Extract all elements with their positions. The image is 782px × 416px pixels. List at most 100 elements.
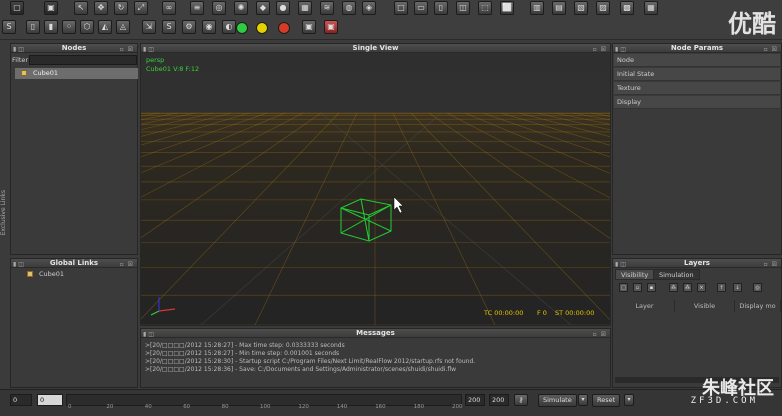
wave-icon[interactable]: S [162, 20, 176, 34]
object-icon[interactable]: ◆ [256, 1, 270, 15]
timeline-tick-label: 100 [260, 404, 271, 410]
filter-input[interactable] [29, 55, 137, 65]
node-label: Cube01 [33, 69, 59, 77]
view-user-icon[interactable]: ⬜ [500, 1, 514, 15]
rotate-icon[interactable]: ↻ [114, 1, 128, 15]
particle-icon[interactable]: ⁘ [62, 20, 76, 34]
panel-grip-icon[interactable]: ▮ ◫ [615, 45, 626, 54]
youku-watermark: 优酷 [728, 10, 776, 38]
panel-grip-icon[interactable]: ▮ ◫ [13, 260, 24, 269]
layout5-icon[interactable]: ▩ [620, 1, 634, 15]
script-icon[interactable]: S [2, 20, 16, 34]
reset-dropdown-icon[interactable]: ▾ [624, 394, 634, 406]
panel-grip-icon[interactable]: ▮ ◫ [615, 260, 626, 269]
section-texture[interactable]: Texture [614, 82, 780, 95]
column-visible[interactable]: Visible [675, 300, 735, 312]
viewport-canvas[interactable] [141, 53, 610, 325]
layer-select-icon[interactable]: ▪ [647, 283, 656, 292]
timeline-tick-label: 60 [183, 404, 191, 410]
fluid-icon[interactable]: ◍ [342, 1, 356, 15]
section-initial-state[interactable]: Initial State [614, 68, 780, 81]
panel-controls-icon[interactable]: ▫ ☒ [764, 260, 778, 269]
layer-up-icon[interactable]: ↑ [717, 283, 726, 292]
scale-icon[interactable]: ⤢ [134, 1, 148, 15]
layer-eye-icon[interactable]: ◎ [753, 283, 762, 292]
timecode-readout: TC 00:00:00 [484, 309, 524, 317]
terrain-icon[interactable]: ◬ [116, 20, 130, 34]
camera-label: persp [146, 56, 165, 64]
layout6-icon[interactable]: ▦ [644, 1, 658, 15]
save-scene-icon[interactable]: ▣ [44, 1, 58, 15]
move-icon[interactable]: ✥ [94, 1, 108, 15]
gear-icon[interactable]: ⚙ [182, 20, 196, 34]
layout-icon[interactable]: ▥ [530, 1, 544, 15]
sphere-icon[interactable]: ● [276, 1, 290, 15]
play-yellow-icon[interactable] [256, 22, 268, 34]
emitter-icon[interactable]: ✺ [234, 1, 248, 15]
ground-plane [141, 113, 610, 325]
layer-remove-icon[interactable]: × [697, 283, 706, 292]
global-links-header: ▮ ◫ Global Links ▫ ☒ [11, 259, 137, 268]
column-display-mode[interactable]: Display mo [735, 300, 781, 312]
timeline-tick-label: 120 [298, 404, 309, 410]
view-side-icon[interactable]: ▭ [414, 1, 428, 15]
layers-title: Layers [684, 259, 710, 267]
save-preview-icon[interactable]: ▣ [302, 20, 316, 34]
view-front-icon[interactable]: □ [394, 1, 408, 15]
end-frame-field-a[interactable]: 200 [465, 394, 485, 406]
mesh-icon[interactable]: ▦ [298, 1, 312, 15]
layer-add-icon[interactable]: □ [619, 283, 628, 292]
panel-grip-icon[interactable]: ▮ ◫ [13, 45, 24, 54]
simulate-dropdown-icon[interactable]: ▾ [578, 394, 588, 406]
tab-visibility[interactable]: Visibility [615, 269, 655, 280]
preview-icon[interactable]: ◐ [222, 20, 236, 34]
reset-button[interactable]: Reset [592, 394, 621, 407]
graph-icon[interactable]: ▮ [44, 20, 58, 34]
node-row-cube01[interactable]: Cube01 [15, 68, 138, 79]
current-frame-field[interactable]: 0 [37, 394, 63, 406]
stop-red-icon[interactable] [278, 22, 290, 34]
timeline-tick-label: 160 [375, 404, 386, 410]
layout2-icon[interactable]: ▤ [552, 1, 566, 15]
layout3-icon[interactable]: ▧ [574, 1, 588, 15]
tab-simulation[interactable]: Simulation [653, 269, 700, 280]
end-frame-field-b[interactable]: 200 [489, 394, 509, 406]
node-params-panel: ▮ ◫ Node Params ▫ ☒ Node Initial State T… [612, 43, 782, 255]
global-link-row[interactable]: Cube01 [25, 269, 135, 279]
panel-controls-icon[interactable]: ▫ ☒ [120, 260, 134, 269]
export-icon[interactable]: ⇲ [142, 20, 156, 34]
batch-icon[interactable]: ▯ [26, 20, 40, 34]
hexagon-icon[interactable]: ⬡ [80, 20, 94, 34]
camera-icon[interactable]: ◎ [212, 1, 226, 15]
exclusive-links-label: Exclusive Links [0, 190, 7, 236]
link-icon[interactable]: ∞ [162, 1, 176, 15]
layers-icon[interactable]: ≡ [190, 1, 204, 15]
view-perspective-icon[interactable]: ◫ [456, 1, 470, 15]
layout4-icon[interactable]: ▨ [596, 1, 610, 15]
delete-cache-icon[interactable]: ▣ [324, 20, 338, 34]
layer-down-icon[interactable]: ↓ [733, 283, 742, 292]
layer-unlink-icon[interactable]: ⁂ [683, 283, 692, 292]
view-camera-icon[interactable]: ⬚ [478, 1, 492, 15]
shapes-icon[interactable]: ◭ [98, 20, 112, 34]
layer-link-icon[interactable]: ⁂ [669, 283, 678, 292]
key-icon[interactable]: ⚷ [514, 394, 528, 406]
section-display[interactable]: Display [614, 96, 780, 109]
simulate-button[interactable]: Simulate [538, 394, 577, 407]
select-icon[interactable]: ↖ [74, 1, 88, 15]
render-icon[interactable]: ◈ [362, 1, 376, 15]
section-node[interactable]: Node [614, 54, 780, 67]
layer-new-icon[interactable]: ▫ [633, 283, 642, 292]
new-scene-icon[interactable]: ▢ [10, 1, 24, 15]
panel-controls-icon[interactable]: ▫ ☒ [120, 45, 134, 54]
panel-controls-icon[interactable]: ▫ ☒ [593, 330, 607, 339]
panel-controls-icon[interactable]: ▫ ☒ [764, 45, 778, 54]
cache-icon[interactable]: ◉ [202, 20, 216, 34]
daemon-icon[interactable]: ≋ [320, 1, 334, 15]
start-frame-field[interactable]: 0 [10, 394, 32, 406]
play-green-icon[interactable] [236, 22, 248, 34]
panel-grip-icon[interactable]: ▮ ◫ [143, 330, 154, 339]
column-layer[interactable]: Layer [615, 300, 675, 312]
view-top-icon[interactable]: ▯ [434, 1, 448, 15]
single-view-panel[interactable]: ▮ ◫ Single View ▫ ☒ persp Cube01 V:8 F:1… [140, 43, 611, 326]
